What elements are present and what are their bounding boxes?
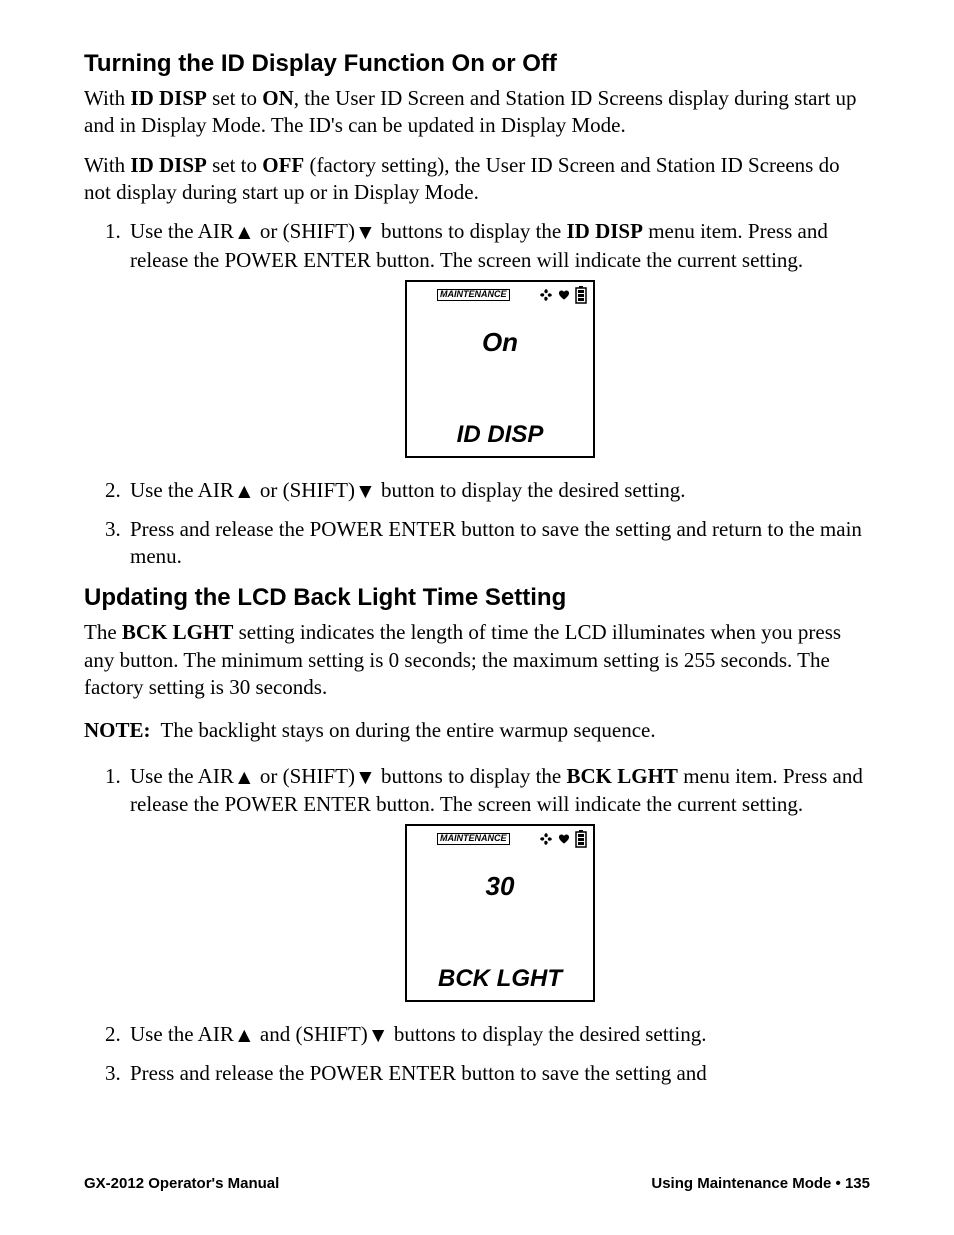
ordered-list: Use the AIR▲ or (SHIFT)▼ buttons to disp… xyxy=(84,763,870,1087)
bold-text: BCK LGHT xyxy=(122,620,233,644)
triangle-up-icon: ▲ xyxy=(234,1022,255,1049)
bold-text: ON xyxy=(262,86,294,110)
triangle-down-icon: ▼ xyxy=(355,219,376,246)
lcd-screen-bck-lght: MAINTENANCE 30 BCK LGHT xyxy=(405,824,595,1002)
note: NOTE: The backlight stays on during the … xyxy=(84,717,870,744)
paragraph: With ID DISP set to OFF (factory setting… xyxy=(84,152,870,207)
text: button to display the desired setting. xyxy=(376,478,686,502)
text: Use the AIR xyxy=(130,219,234,243)
text: The xyxy=(84,620,122,644)
text: Use the AIR xyxy=(130,478,234,502)
lcd-value: On xyxy=(407,326,593,360)
list-item: Use the AIR▲ or (SHIFT)▼ buttons to disp… xyxy=(126,763,870,1010)
lcd-figure: MAINTENANCE 30 BCK LGHT xyxy=(130,824,870,1009)
triangle-up-icon: ▲ xyxy=(234,478,255,505)
triangle-up-icon: ▲ xyxy=(234,764,255,791)
text: Use the AIR xyxy=(130,1022,234,1046)
fan-icon xyxy=(539,832,553,846)
text: Use the AIR xyxy=(130,764,234,788)
page-footer: GX-2012 Operator's Manual Using Maintena… xyxy=(84,1174,870,1194)
text: set to xyxy=(207,86,262,110)
ordered-list: Use the AIR▲ or (SHIFT)▼ buttons to disp… xyxy=(84,218,870,570)
triangle-down-icon: ▼ xyxy=(355,478,376,505)
lcd-screen-id-disp: MAINTENANCE On ID DISP xyxy=(405,280,595,458)
note-label: NOTE: xyxy=(84,717,151,744)
note-text: The backlight stays on during the entire… xyxy=(161,717,870,744)
footer-left: GX-2012 Operator's Manual xyxy=(84,1174,279,1194)
triangle-down-icon: ▼ xyxy=(355,764,376,791)
text: buttons to display the desired setting. xyxy=(389,1022,707,1046)
lcd-figure: MAINTENANCE On ID DISP xyxy=(130,280,870,465)
list-item: Press and release the POWER ENTER button… xyxy=(126,1060,870,1087)
paragraph: The BCK LGHT setting indicates the lengt… xyxy=(84,619,870,701)
text: or (SHIFT) xyxy=(255,219,355,243)
battery-icon xyxy=(575,830,587,848)
list-item: Use the AIR▲ or (SHIFT)▼ button to displ… xyxy=(126,477,870,505)
triangle-up-icon: ▲ xyxy=(234,219,255,246)
footer-right: Using Maintenance Mode • 135 xyxy=(651,1174,870,1194)
maintenance-badge: MAINTENANCE xyxy=(437,833,510,845)
bold-text: ID DISP xyxy=(130,86,206,110)
text: With xyxy=(84,86,130,110)
lcd-label: ID DISP xyxy=(407,419,593,450)
lcd-label: BCK LGHT xyxy=(407,963,593,994)
bold-text: BCK LGHT xyxy=(567,764,678,788)
lcd-value: 30 xyxy=(407,870,593,904)
text: and (SHIFT) xyxy=(255,1022,368,1046)
list-item: Press and release the POWER ENTER button… xyxy=(126,516,870,571)
fan-icon xyxy=(539,288,553,302)
text: With xyxy=(84,153,130,177)
maintenance-badge: MAINTENANCE xyxy=(437,289,510,301)
section-heading-backlight: Updating the LCD Back Light Time Setting xyxy=(84,582,870,613)
section-heading-id-display: Turning the ID Display Function On or Of… xyxy=(84,48,870,79)
heart-icon xyxy=(557,833,571,845)
heart-icon xyxy=(557,289,571,301)
bold-text: ID DISP xyxy=(130,153,206,177)
bold-text: ID DISP xyxy=(567,219,643,243)
list-item: Use the AIR▲ and (SHIFT)▼ buttons to dis… xyxy=(126,1021,870,1049)
text: or (SHIFT) xyxy=(255,764,355,788)
text: or (SHIFT) xyxy=(255,478,355,502)
battery-icon xyxy=(575,286,587,304)
text: buttons to display the xyxy=(376,219,567,243)
list-item: Use the AIR▲ or (SHIFT)▼ buttons to disp… xyxy=(126,218,870,465)
bold-text: OFF xyxy=(262,153,304,177)
text: set to xyxy=(207,153,262,177)
paragraph: With ID DISP set to ON, the User ID Scre… xyxy=(84,85,870,140)
text: buttons to display the xyxy=(376,764,567,788)
triangle-down-icon: ▼ xyxy=(368,1022,389,1049)
